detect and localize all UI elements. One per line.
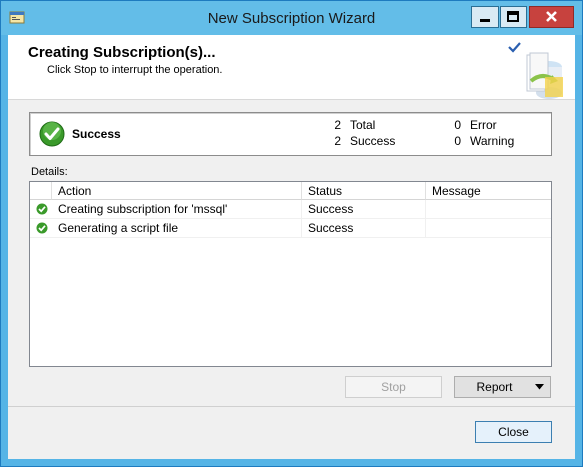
warning-count: 0 [454,134,461,148]
maximize-icon [507,11,519,22]
summary-status: Success [72,127,121,141]
column-header-message[interactable]: Message [426,182,551,200]
details-label: Details: [31,166,68,178]
success-large-icon [39,121,65,147]
subscription-wizard-graphic [508,42,563,99]
minimize-button[interactable] [471,6,499,28]
close-icon [546,11,557,22]
table-row[interactable]: Generating a script file Success [30,219,551,238]
stop-button[interactable]: Stop [345,376,442,398]
wizard-header: Creating Subscription(s)... Click Stop t… [8,35,575,100]
success-icon [36,222,48,234]
row-status: Success [302,219,426,237]
warning-label: Warning [470,134,515,148]
row-message [426,200,551,218]
close-button[interactable]: Close [475,421,552,443]
column-header-action[interactable]: Action [52,182,302,200]
page-subtitle: Click Stop to interrupt the operation. [47,64,223,76]
summary-panel: Success 2 Total 2 Success 0 Error 0 Warn… [29,112,552,156]
row-message [426,219,551,237]
maximize-button[interactable] [500,6,527,28]
column-header-status[interactable]: Status [302,182,426,200]
row-status: Success [302,200,426,218]
error-count: 0 [454,118,461,132]
column-header-icon[interactable] [30,182,52,200]
footer-separator [8,406,575,407]
total-count: 2 [334,118,341,132]
row-action: Generating a script file [52,219,302,237]
row-action: Creating subscription for 'mssql' [52,200,302,218]
total-label: Total [350,118,376,132]
page-title: Creating Subscription(s)... [28,44,216,61]
minimize-icon [480,19,490,22]
success-icon [36,203,48,215]
details-grid[interactable]: Action Status Message Creating subscript… [29,181,552,367]
table-row[interactable]: Creating subscription for 'mssql' Succes… [30,200,551,219]
error-label: Error [470,118,497,132]
close-window-button[interactable] [529,6,574,28]
dropdown-arrow-icon [535,384,544,390]
report-button-label: Report [476,380,513,394]
title-bar[interactable]: New Subscription Wizard [1,1,582,35]
report-button[interactable]: Report [454,376,551,398]
wizard-client-area: Creating Subscription(s)... Click Stop t… [8,35,575,459]
wizard-window: New Subscription Wizard Creating Subscri… [0,0,583,467]
success-count: 2 [334,134,341,148]
success-label: Success [350,134,396,148]
